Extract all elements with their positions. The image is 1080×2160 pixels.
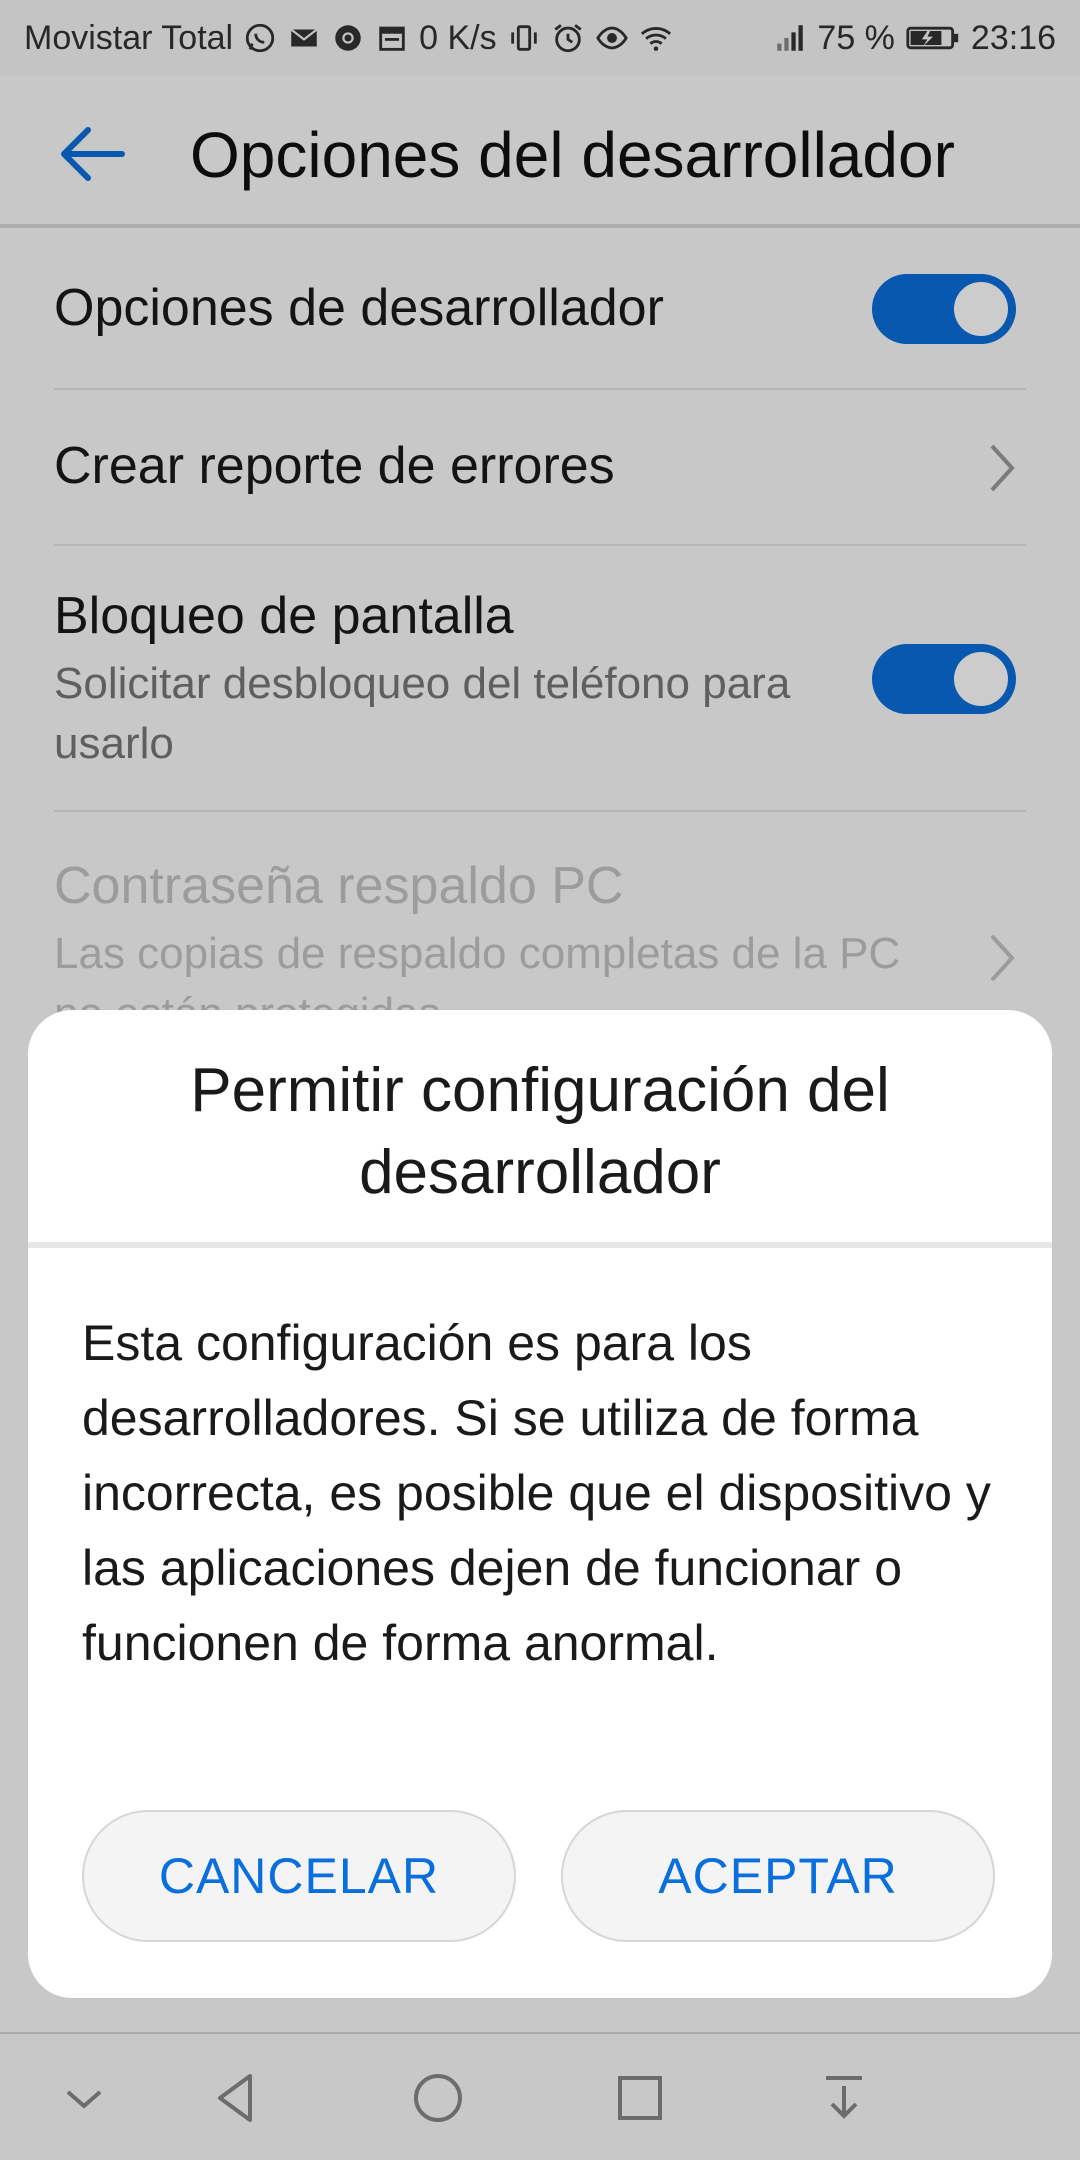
dialog-message: Esta configuración es para los desarroll… <box>82 1315 991 1671</box>
cancel-button[interactable]: CANCELAR <box>82 1810 516 1942</box>
settings-screen: Movistar Total 0 K/s 75 % 23:16 Opciones… <box>0 0 1080 2160</box>
developer-settings-dialog: Permitir configuración del desarrollador… <box>28 1010 1052 1998</box>
dialog-title: Permitir configuración del desarrollador <box>190 1056 890 1207</box>
accept-button[interactable]: ACEPTAR <box>561 1810 995 1942</box>
dialog-divider <box>28 1242 1052 1248</box>
